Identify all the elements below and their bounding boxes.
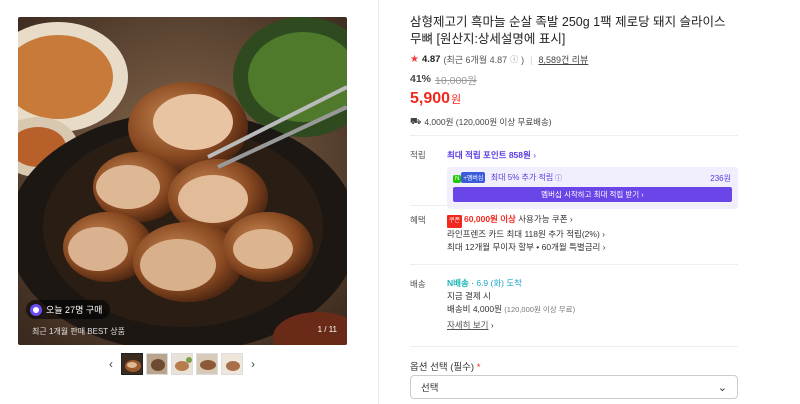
rating-recent: (최근 6개월 4.87 bbox=[443, 55, 508, 65]
product-main-image[interactable]: 오늘 27명 구매 최근 1개월 판매 BEST 상품 1 / 11 bbox=[18, 17, 347, 345]
card-benefit-row[interactable]: 라인프렌즈 카드 최대 118원 추가 적립(2%) › bbox=[447, 228, 738, 241]
shipping-row: ⛟ 4,000원 (120,000원 이상 무료배송) bbox=[410, 116, 738, 128]
option-select[interactable]: 선택 ⌄ bbox=[410, 375, 738, 399]
purchase-icon bbox=[30, 303, 42, 316]
installment-row[interactable]: 최대 12개월 무이자 할부 • 60개월 특별금리 › bbox=[447, 241, 738, 254]
chevron-left-icon[interactable]: ‹ bbox=[104, 357, 118, 371]
column-divider bbox=[378, 0, 379, 404]
extra-point-rate: 최대 5% 추가 적립 bbox=[490, 173, 554, 182]
original-price: 10,000원 bbox=[435, 75, 477, 87]
delivery-detail-link[interactable]: 자세히 보기 bbox=[447, 320, 488, 330]
rating-score: 4.87 bbox=[421, 54, 441, 65]
rating-recent-close: ) bbox=[521, 54, 525, 65]
coupon-text: 사용가능 쿠폰 bbox=[515, 214, 568, 224]
delivery-fee: 배송비 4,000원 bbox=[447, 304, 502, 314]
section-divider bbox=[410, 264, 738, 265]
points-label: 적립 bbox=[410, 150, 426, 160]
membership-start-label: 멤버십 시작하고 최대 적립 받기 bbox=[541, 190, 640, 199]
thumbnail-strip: ‹ › bbox=[104, 353, 260, 375]
info-circle-icon[interactable]: ⓘ bbox=[510, 54, 518, 65]
rating-row: ★ 4.87 (최근 6개월 4.87 ⓘ) | 8,589건 리뷰 bbox=[410, 53, 738, 66]
review-count-link[interactable]: 8,589건 리뷰 bbox=[538, 53, 588, 66]
thumbnail-5[interactable] bbox=[221, 353, 243, 375]
extra-point-amount: 236원 bbox=[710, 174, 731, 183]
benefits-label: 혜택 bbox=[410, 215, 426, 225]
points-section: 최대 적립 포인트 858원 › N +멤버십 최대 5% 추가 적립 ⓘ 236… bbox=[447, 149, 738, 209]
delivery-section: N배송 · 6.9 (화) 도착 지금 결제 시 배송비 4,000원 (120… bbox=[447, 277, 738, 332]
jokbal-photo bbox=[18, 17, 347, 345]
price-unit: 원 bbox=[451, 94, 462, 106]
today-purchase-text: 오늘 27명 구매 bbox=[46, 305, 103, 315]
star-icon: ★ bbox=[410, 54, 419, 65]
product-title: 삼형제고기 흑마늘 순살 족발 250g 1팩 제로당 돼지 슬라이스 무뼈 [… bbox=[410, 15, 726, 46]
n-delivery-badge: N배송 bbox=[447, 278, 469, 288]
delivery-fee-note: (120,000원 이상 무료) bbox=[504, 305, 576, 314]
thumbnail-1[interactable] bbox=[121, 353, 143, 375]
coupon-amount: 60,000원 이상 bbox=[464, 214, 516, 224]
shipping-fee: 4,000원 (120,000원 이상 무료배송) bbox=[424, 117, 552, 127]
discount-row: 41% 10,000원 bbox=[410, 73, 738, 88]
payment-note: 지금 결제 시 bbox=[447, 291, 491, 301]
coupon-row[interactable]: 쿠폰 60,000원 이상 사용가능 쿠폰 › bbox=[447, 213, 738, 228]
section-divider bbox=[410, 205, 738, 206]
option-select-value: 선택 bbox=[421, 383, 439, 394]
benefits-section: 쿠폰 60,000원 이상 사용가능 쿠폰 › 라인프렌즈 카드 최대 118원 … bbox=[447, 213, 738, 254]
naverpay-logo: N bbox=[453, 175, 462, 183]
discount-rate: 41% bbox=[410, 73, 432, 85]
chevron-right-icon[interactable]: › bbox=[246, 357, 260, 371]
installment-text: 최대 12개월 무이자 할부 • 60개월 특별금리 bbox=[447, 242, 601, 252]
image-counter: 1 / 11 bbox=[317, 325, 337, 334]
price-row: 5,900 원 bbox=[410, 90, 738, 108]
product-info: 삼형제고기 흑마늘 순살 족발 250g 1팩 제로당 돼지 슬라이스 무뼈 [… bbox=[410, 14, 738, 128]
delivery-date: 6.9 (화) 도착 bbox=[476, 278, 523, 288]
best-seller-label: 최근 1개월 판매 BEST 상품 bbox=[32, 327, 125, 336]
max-point-link[interactable]: 최대 적립 포인트 858원 bbox=[447, 150, 531, 160]
chevron-right-icon: › bbox=[530, 150, 537, 160]
membership-logo: +멤버십 bbox=[461, 172, 486, 183]
option-label-text: 옵션 선택 (필수) bbox=[410, 362, 475, 373]
coupon-icon: 쿠폰 bbox=[447, 215, 463, 228]
thumbnail-4[interactable] bbox=[196, 353, 218, 375]
sale-price: 5,900 bbox=[410, 90, 451, 107]
thumbnail-2[interactable] bbox=[146, 353, 168, 375]
info-circle-icon[interactable]: ⓘ bbox=[553, 175, 562, 182]
delivery-label: 배송 bbox=[410, 279, 426, 289]
card-benefit-text: 라인프렌즈 카드 최대 118원 추가 적립(2%) bbox=[447, 229, 600, 239]
option-label: 옵션 선택 (필수) * bbox=[410, 359, 480, 373]
thumbnail-3[interactable] bbox=[171, 353, 193, 375]
membership-point-box: N +멤버십 최대 5% 추가 적립 ⓘ 236원 멤버십 시작하고 최대 적립 … bbox=[447, 167, 738, 209]
today-purchase-badge: 오늘 27명 구매 bbox=[26, 300, 111, 319]
section-divider bbox=[410, 135, 738, 136]
required-mark: * bbox=[476, 362, 481, 373]
section-divider bbox=[410, 346, 738, 347]
membership-start-button[interactable]: 멤버십 시작하고 최대 적립 받기 › bbox=[453, 187, 732, 202]
divider: | bbox=[530, 54, 533, 65]
truck-icon: ⛟ bbox=[410, 116, 422, 126]
chevron-down-icon: ⌄ bbox=[717, 381, 727, 394]
